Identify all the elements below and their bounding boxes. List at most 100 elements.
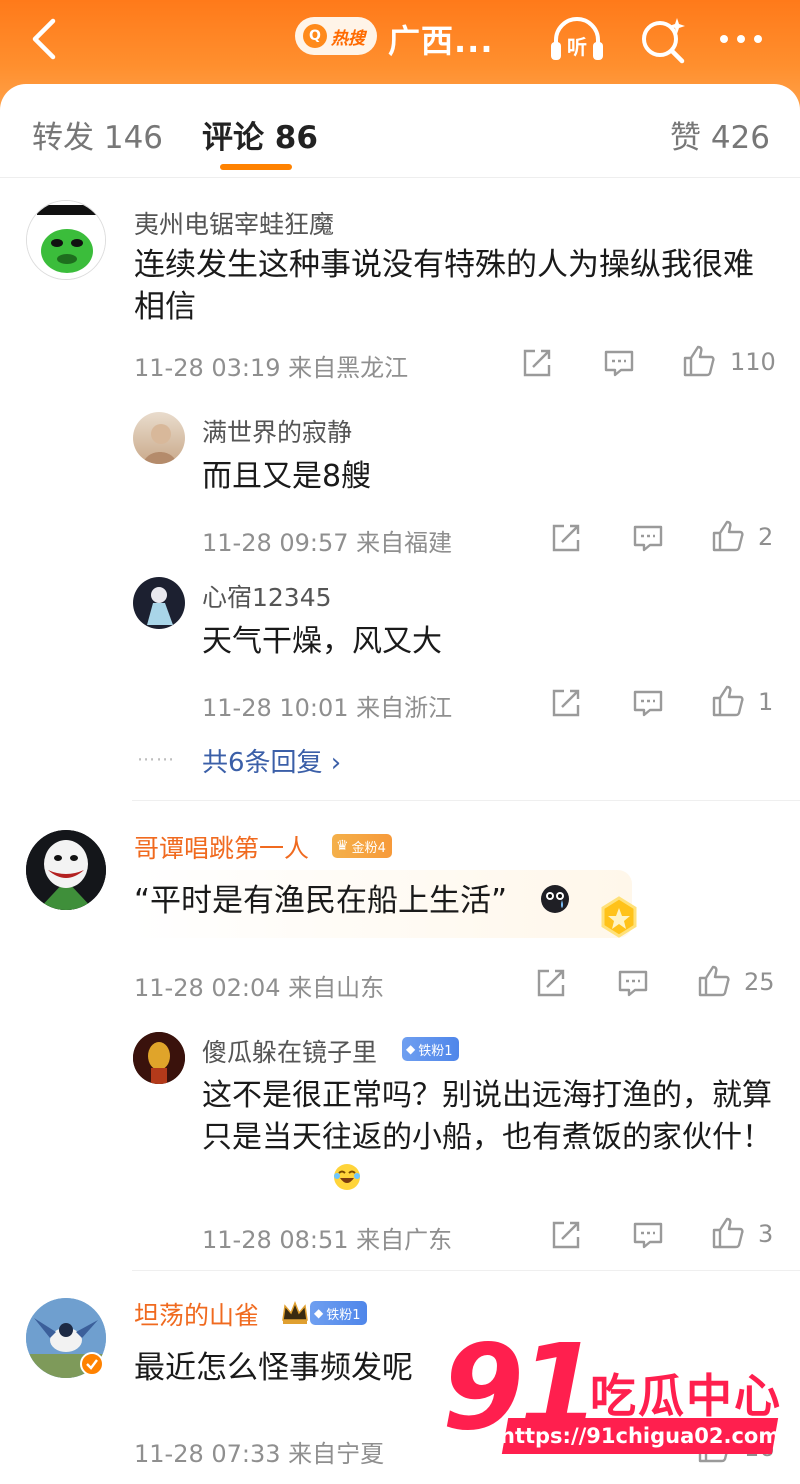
like-button[interactable] bbox=[710, 519, 746, 553]
reply-button[interactable] bbox=[615, 966, 651, 1000]
more-replies-link[interactable]: 共6条回复 › bbox=[202, 742, 341, 779]
like-count: 3 bbox=[758, 1220, 774, 1248]
reply-button[interactable] bbox=[630, 686, 666, 720]
like-count: 1 bbox=[758, 688, 774, 716]
reply-button[interactable] bbox=[630, 1218, 666, 1252]
crown-badge bbox=[280, 1298, 310, 1326]
like-count: 2 bbox=[758, 523, 774, 551]
laughing-crying-icon bbox=[334, 1164, 360, 1190]
thumbs-up-icon bbox=[698, 965, 730, 997]
verified-badge bbox=[80, 1352, 104, 1376]
tab-comments[interactable]: 评论 86 bbox=[202, 112, 318, 157]
search-button[interactable] bbox=[634, 14, 692, 64]
search-icon: Q bbox=[303, 24, 327, 48]
portrait-avatar-image bbox=[133, 1032, 185, 1084]
joker-avatar-image bbox=[26, 830, 106, 910]
reply-button[interactable] bbox=[601, 346, 637, 380]
like-count: 110 bbox=[730, 348, 776, 376]
like-button[interactable] bbox=[696, 964, 732, 998]
crown-icon bbox=[282, 1300, 308, 1324]
reply-meta: 11-28 08:51 来自广东 bbox=[202, 1226, 453, 1254]
fan-badge: ♛ 金粉4 bbox=[332, 834, 392, 858]
like-button[interactable] bbox=[681, 344, 717, 378]
comment-icon bbox=[633, 1222, 663, 1249]
reply-username[interactable]: 傻瓜躲在镜子里 bbox=[202, 1033, 377, 1069]
reply-username[interactable]: 满世界的寂静 bbox=[202, 413, 352, 449]
diamond-icon: ◆ bbox=[406, 1042, 416, 1056]
like-button[interactable] bbox=[710, 1216, 746, 1250]
diamond-icon: ◆ bbox=[314, 1306, 324, 1320]
comment-meta: 11-28 03:19 来自黑龙江 bbox=[134, 354, 409, 382]
watermark-url: https://91chigua02.com bbox=[499, 1418, 781, 1454]
more-button[interactable] bbox=[712, 14, 770, 64]
comment-text: “平时是有渔民在船上生活” bbox=[134, 883, 508, 919]
more-dots-icon bbox=[720, 35, 762, 43]
comment-divider bbox=[132, 800, 800, 801]
reply-text: 天气干燥，风又大 bbox=[202, 624, 442, 659]
hot-search-tag[interactable]: Q 热搜 bbox=[295, 17, 377, 55]
page-title: 广西... bbox=[388, 22, 494, 60]
tab-likes[interactable]: 赞 426 bbox=[670, 112, 770, 157]
avatar[interactable] bbox=[26, 200, 106, 280]
reply-meta: 11-28 10:01 来自浙江 bbox=[202, 694, 453, 722]
comment-icon bbox=[633, 525, 663, 552]
reply-text: 这不是很正常吗？别说出远海打渔的，就算只是当天往返的小船，也有煮饭的家伙什！ bbox=[202, 1078, 772, 1155]
dots-leader: ⋯⋯ bbox=[137, 749, 175, 770]
repost-button[interactable] bbox=[548, 1218, 584, 1252]
thumbs-up-icon bbox=[712, 685, 744, 717]
thumbs-up-icon bbox=[712, 1217, 744, 1249]
watermark-url-text: https://91chigua02.com bbox=[499, 1424, 781, 1448]
avatar[interactable] bbox=[133, 412, 185, 464]
avatar[interactable] bbox=[133, 1032, 185, 1084]
thumbs-up-icon bbox=[712, 520, 744, 552]
listen-button[interactable]: 听 bbox=[548, 14, 606, 64]
share-icon bbox=[552, 524, 580, 552]
reply-meta: 11-28 09:57 来自福建 bbox=[202, 529, 453, 557]
comment-username[interactable]: 坦荡的山雀 bbox=[134, 1296, 259, 1332]
emoji-sticker bbox=[332, 1162, 362, 1192]
comment-divider bbox=[132, 1270, 800, 1271]
repost-button[interactable] bbox=[548, 521, 584, 555]
fan-badge: ◆ 铁粉1 bbox=[402, 1037, 459, 1061]
tab-bar: 转发 146 评论 86 赞 426 bbox=[0, 84, 800, 178]
like-button[interactable] bbox=[710, 684, 746, 718]
repost-button[interactable] bbox=[548, 686, 584, 720]
back-button[interactable] bbox=[22, 14, 66, 64]
crying-face-icon bbox=[541, 885, 569, 913]
sparkle-search-icon bbox=[642, 18, 685, 64]
portrait-avatar-image bbox=[147, 587, 173, 625]
hot-search-label: 热搜 bbox=[331, 28, 365, 49]
comment-icon bbox=[633, 690, 663, 717]
comment-meta: 11-28 02:04 来自山东 bbox=[134, 974, 385, 1002]
portrait-avatar-image bbox=[143, 424, 177, 464]
comment-text: 最近怎么怪事频发呢 bbox=[134, 1350, 413, 1386]
fan-badge-label: 铁粉1 bbox=[418, 1043, 453, 1059]
avatar[interactable] bbox=[133, 577, 185, 629]
share-icon bbox=[537, 969, 565, 997]
like-count: 25 bbox=[744, 968, 775, 996]
reply-button[interactable] bbox=[630, 521, 666, 555]
crown-icon: ♛ bbox=[336, 838, 349, 854]
watermark-brand: 吃瓜中心 bbox=[590, 1369, 782, 1423]
reply-text: 而且又是8艘 bbox=[202, 459, 372, 494]
reply-username[interactable]: 心宿12345 bbox=[202, 578, 332, 614]
comment-username[interactable]: 夷州电锯宰蛙狂魔 bbox=[134, 205, 334, 241]
share-icon bbox=[552, 689, 580, 717]
gold-medal-icon bbox=[601, 896, 637, 938]
tab-repost[interactable]: 转发 146 bbox=[32, 112, 163, 157]
repost-button[interactable] bbox=[519, 346, 555, 380]
thumbs-up-icon bbox=[683, 345, 715, 377]
headphones-icon: 听 bbox=[551, 17, 603, 60]
repost-button[interactable] bbox=[533, 966, 569, 1000]
fan-badge-label: 铁粉1 bbox=[326, 1307, 361, 1323]
emoji-sticker bbox=[540, 884, 570, 914]
comment-username[interactable]: 哥谭唱跳第一人 bbox=[134, 829, 309, 865]
comment-meta: 11-28 07:33 来自宁夏 bbox=[134, 1440, 385, 1468]
comment-icon bbox=[618, 970, 648, 997]
checkmark-icon bbox=[86, 1359, 98, 1370]
share-icon bbox=[523, 349, 551, 377]
avatar[interactable] bbox=[26, 830, 106, 910]
listen-label: 听 bbox=[567, 35, 587, 59]
decor-medal bbox=[594, 894, 644, 940]
comment-icon bbox=[604, 350, 634, 377]
